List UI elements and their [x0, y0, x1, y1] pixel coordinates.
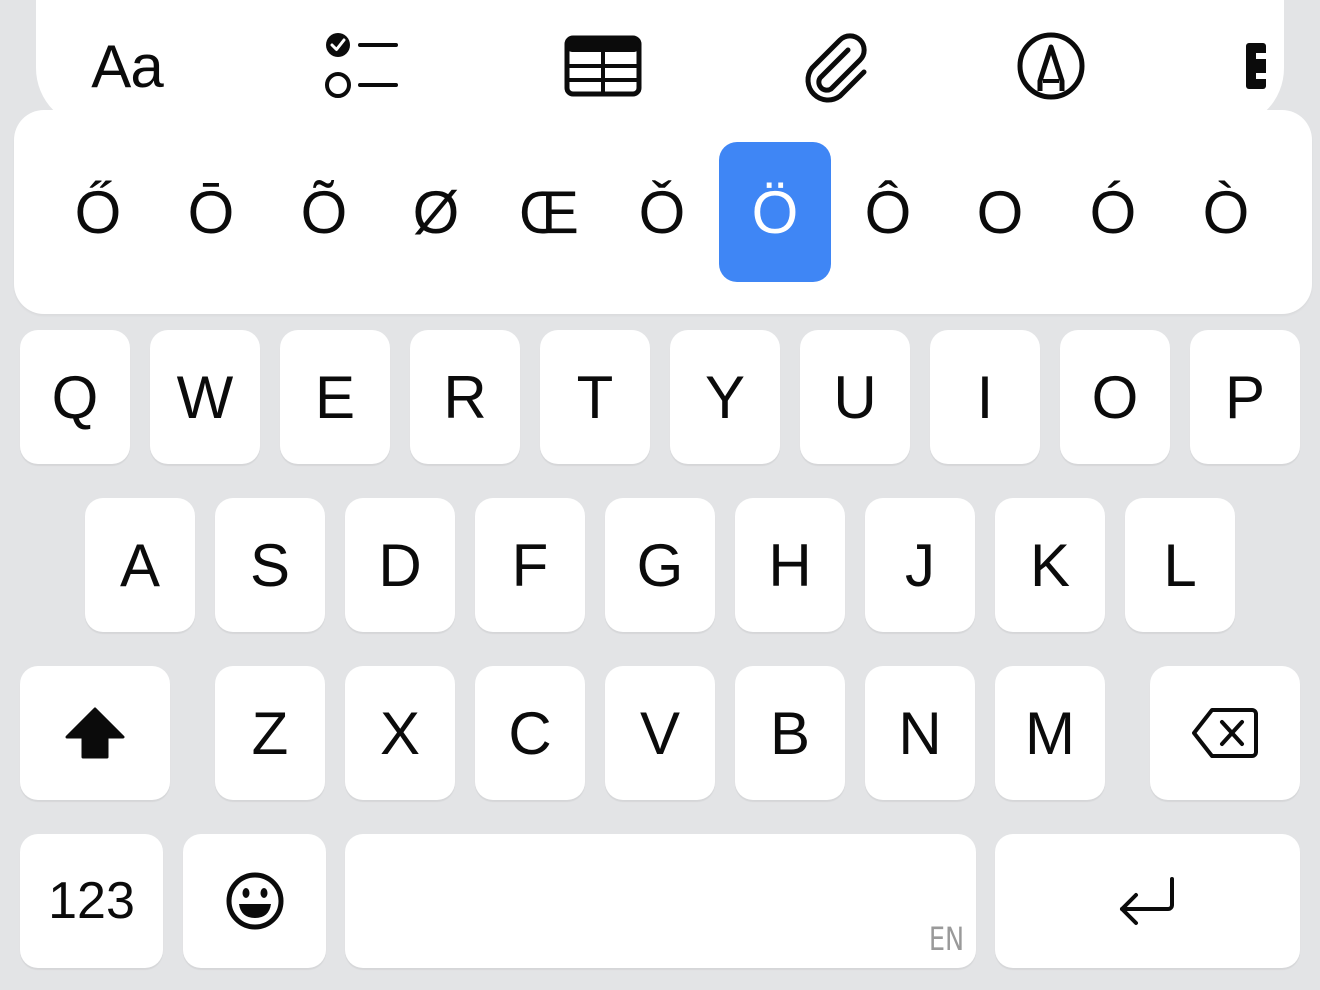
delete-icon	[1192, 708, 1258, 758]
markup-pen-icon	[1017, 32, 1085, 100]
key-n[interactable]: N	[865, 666, 975, 800]
more-button[interactable]	[1244, 28, 1268, 104]
key-o[interactable]: O	[1060, 330, 1170, 464]
accent-option[interactable]: Ō	[155, 142, 267, 282]
delete-key[interactable]	[1150, 666, 1300, 800]
table-button[interactable]	[564, 28, 642, 104]
key-x[interactable]: X	[345, 666, 455, 800]
shift-key[interactable]	[20, 666, 170, 800]
table-icon	[564, 35, 642, 97]
accent-option-selected[interactable]: Ö	[719, 142, 831, 282]
return-key[interactable]	[995, 834, 1300, 968]
language-label: EN	[928, 920, 964, 958]
key-v[interactable]: V	[605, 666, 715, 800]
accent-option[interactable]: Œ	[493, 142, 605, 282]
key-i[interactable]: I	[930, 330, 1040, 464]
checklist-icon	[325, 33, 398, 98]
format-text-label: Aa	[91, 32, 163, 100]
accent-option[interactable]: Ò	[1170, 142, 1282, 282]
accent-option[interactable]: Ô	[832, 142, 944, 282]
key-j[interactable]: J	[865, 498, 975, 632]
key-a[interactable]: A	[85, 498, 195, 632]
key-g[interactable]: G	[605, 498, 715, 632]
key-b[interactable]: B	[735, 666, 845, 800]
checklist-button[interactable]	[324, 28, 400, 104]
key-e[interactable]: E	[280, 330, 390, 464]
key-k[interactable]: K	[995, 498, 1105, 632]
return-icon	[1119, 877, 1174, 925]
numbers-key[interactable]: 123	[20, 834, 163, 968]
key-w[interactable]: W	[150, 330, 260, 464]
accent-option[interactable]: Ó	[1057, 142, 1169, 282]
markup-button[interactable]	[1016, 28, 1086, 104]
accent-popup: Ő Ō Õ Ø Œ Ǒ Ö Ô O Ó Ò	[14, 110, 1312, 314]
formatting-toolbar: Aa	[36, 0, 1284, 128]
key-f[interactable]: F	[475, 498, 585, 632]
key-s[interactable]: S	[215, 498, 325, 632]
key-l[interactable]: L	[1125, 498, 1235, 632]
key-z[interactable]: Z	[215, 666, 325, 800]
emoji-key[interactable]	[183, 834, 326, 968]
shift-icon	[65, 707, 125, 759]
accent-option[interactable]: Ő	[42, 142, 154, 282]
format-text-button[interactable]: Aa	[82, 28, 172, 104]
key-q[interactable]: Q	[20, 330, 130, 464]
key-m[interactable]: M	[995, 666, 1105, 800]
more-icon	[1246, 43, 1268, 89]
key-y[interactable]: Y	[670, 330, 780, 464]
key-t[interactable]: T	[540, 330, 650, 464]
accent-option[interactable]: Ǒ	[606, 142, 718, 282]
accent-option[interactable]: Õ	[268, 142, 380, 282]
emoji-icon	[226, 872, 283, 930]
key-d[interactable]: D	[345, 498, 455, 632]
key-h[interactable]: H	[735, 498, 845, 632]
attachment-button[interactable]	[800, 28, 872, 104]
key-p[interactable]: P	[1190, 330, 1300, 464]
space-key[interactable]: EN	[345, 834, 976, 968]
key-u[interactable]: U	[800, 330, 910, 464]
key-r[interactable]: R	[410, 330, 520, 464]
key-c[interactable]: C	[475, 666, 585, 800]
attachment-icon	[805, 33, 867, 103]
accent-option[interactable]: Ø	[380, 142, 492, 282]
accent-option[interactable]: O	[944, 142, 1056, 282]
